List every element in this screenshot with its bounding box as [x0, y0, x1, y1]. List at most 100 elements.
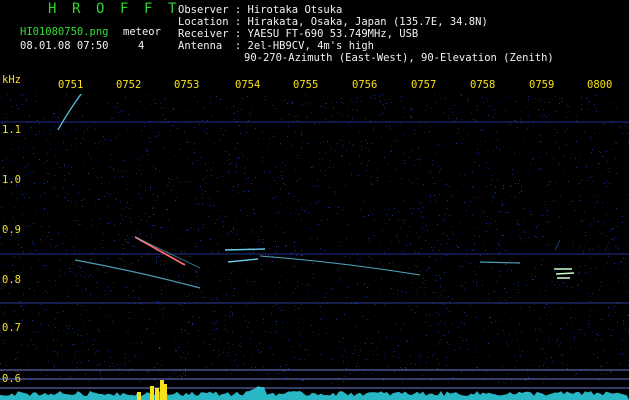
noise-pixel [447, 243, 448, 244]
noise-pixel [26, 147, 27, 148]
noise-pixel [72, 361, 73, 362]
noise-pixel [211, 169, 212, 170]
noise-pixel [233, 113, 234, 114]
noise-pixel [85, 123, 86, 124]
noise-pixel [616, 143, 617, 144]
noise-pixel [139, 234, 140, 235]
meteor-trace [57, 94, 82, 131]
noise-pixel [346, 150, 347, 151]
noise-pixel [265, 331, 266, 332]
noise-pixel [300, 334, 301, 335]
noise-pixel [379, 115, 380, 116]
noise-pixel [184, 251, 185, 252]
noise-pixel [479, 338, 480, 339]
noise-pixel [379, 291, 380, 292]
noise-pixel [385, 209, 386, 210]
noise-pixel [165, 119, 166, 120]
noise-pixel [112, 363, 113, 364]
noise-pixel [530, 358, 531, 359]
noise-pixel [196, 186, 197, 187]
noise-pixel [81, 335, 82, 336]
noise-pixel [198, 228, 199, 229]
noise-pixel [416, 232, 417, 233]
noise-pixel [85, 374, 86, 375]
noise-pixel [616, 108, 617, 109]
noise-pixel [48, 143, 49, 144]
noise-pixel [101, 377, 102, 378]
noise-pixel [171, 190, 172, 191]
noise-pixel [294, 310, 295, 311]
noise-pixel [614, 263, 615, 264]
noise-pixel [69, 173, 70, 174]
noise-pixel [217, 364, 218, 365]
noise-pixel [268, 373, 269, 374]
noise-pixel [602, 124, 603, 125]
noise-pixel [616, 208, 617, 209]
noise-pixel [192, 323, 193, 324]
noise-pixel [524, 232, 525, 233]
noise-pixel [104, 361, 105, 362]
noise-pixel [599, 380, 600, 381]
noise-pixel [612, 264, 613, 265]
noise-pixel [38, 355, 39, 356]
noise-pixel [561, 355, 562, 356]
noise-pixel [343, 209, 344, 210]
noise-pixel [262, 161, 263, 162]
noise-pixel [176, 350, 177, 351]
noise-pixel [33, 344, 34, 345]
noise-pixel [177, 128, 178, 129]
meteor-trace [134, 236, 201, 269]
noise-pixel [219, 140, 220, 141]
noise-pixel [622, 340, 623, 341]
noise-pixel [40, 324, 41, 325]
noise-pixel [367, 165, 368, 166]
noise-pixel [320, 170, 321, 171]
noise-pixel [340, 245, 341, 246]
noise-pixel [426, 362, 427, 363]
noise-pixel [164, 308, 165, 309]
noise-pixel [481, 210, 482, 211]
noise-pixel [609, 171, 610, 172]
noise-pixel [281, 175, 282, 176]
noise-pixel [50, 306, 51, 307]
noise-pixel [153, 166, 154, 167]
noise-pixel [76, 275, 77, 276]
noise-pixel [76, 351, 77, 352]
noise-pixel [219, 354, 220, 355]
noise-pixel [438, 297, 439, 298]
noise-pixel [1, 285, 2, 286]
noise-pixel [159, 348, 160, 349]
noise-pixel [506, 212, 507, 213]
noise-pixel [24, 166, 25, 167]
noise-pixel [318, 224, 319, 225]
noise-pixel [488, 115, 489, 116]
noise-pixel [83, 138, 84, 139]
noise-pixel [158, 301, 159, 302]
noise-pixel [236, 172, 237, 173]
noise-pixel [20, 301, 21, 302]
noise-pixel [471, 353, 472, 354]
noise-pixel [131, 368, 132, 369]
noise-pixel [605, 235, 606, 236]
noise-pixel [100, 374, 101, 375]
noise-pixel [298, 322, 299, 323]
noise-pixel [297, 281, 298, 282]
time-tick: 0753 [174, 79, 200, 91]
noise-pixel [19, 257, 20, 258]
noise-pixel [511, 382, 512, 383]
noise-pixel [327, 141, 328, 142]
noise-pixel [327, 219, 328, 220]
noise-pixel [99, 142, 100, 143]
noise-pixel [393, 356, 394, 357]
noise-pixel [110, 357, 111, 358]
noise-pixel [576, 141, 577, 142]
noise-pixel [46, 140, 47, 141]
noise-pixel [218, 252, 219, 253]
noise-pixel [309, 148, 310, 149]
noise-pixel [2, 174, 3, 175]
noise-pixel [222, 221, 223, 222]
noise-pixel [518, 183, 519, 184]
noise-pixel [36, 250, 37, 251]
noise-pixel [554, 243, 555, 244]
noise-pixel [281, 124, 282, 125]
